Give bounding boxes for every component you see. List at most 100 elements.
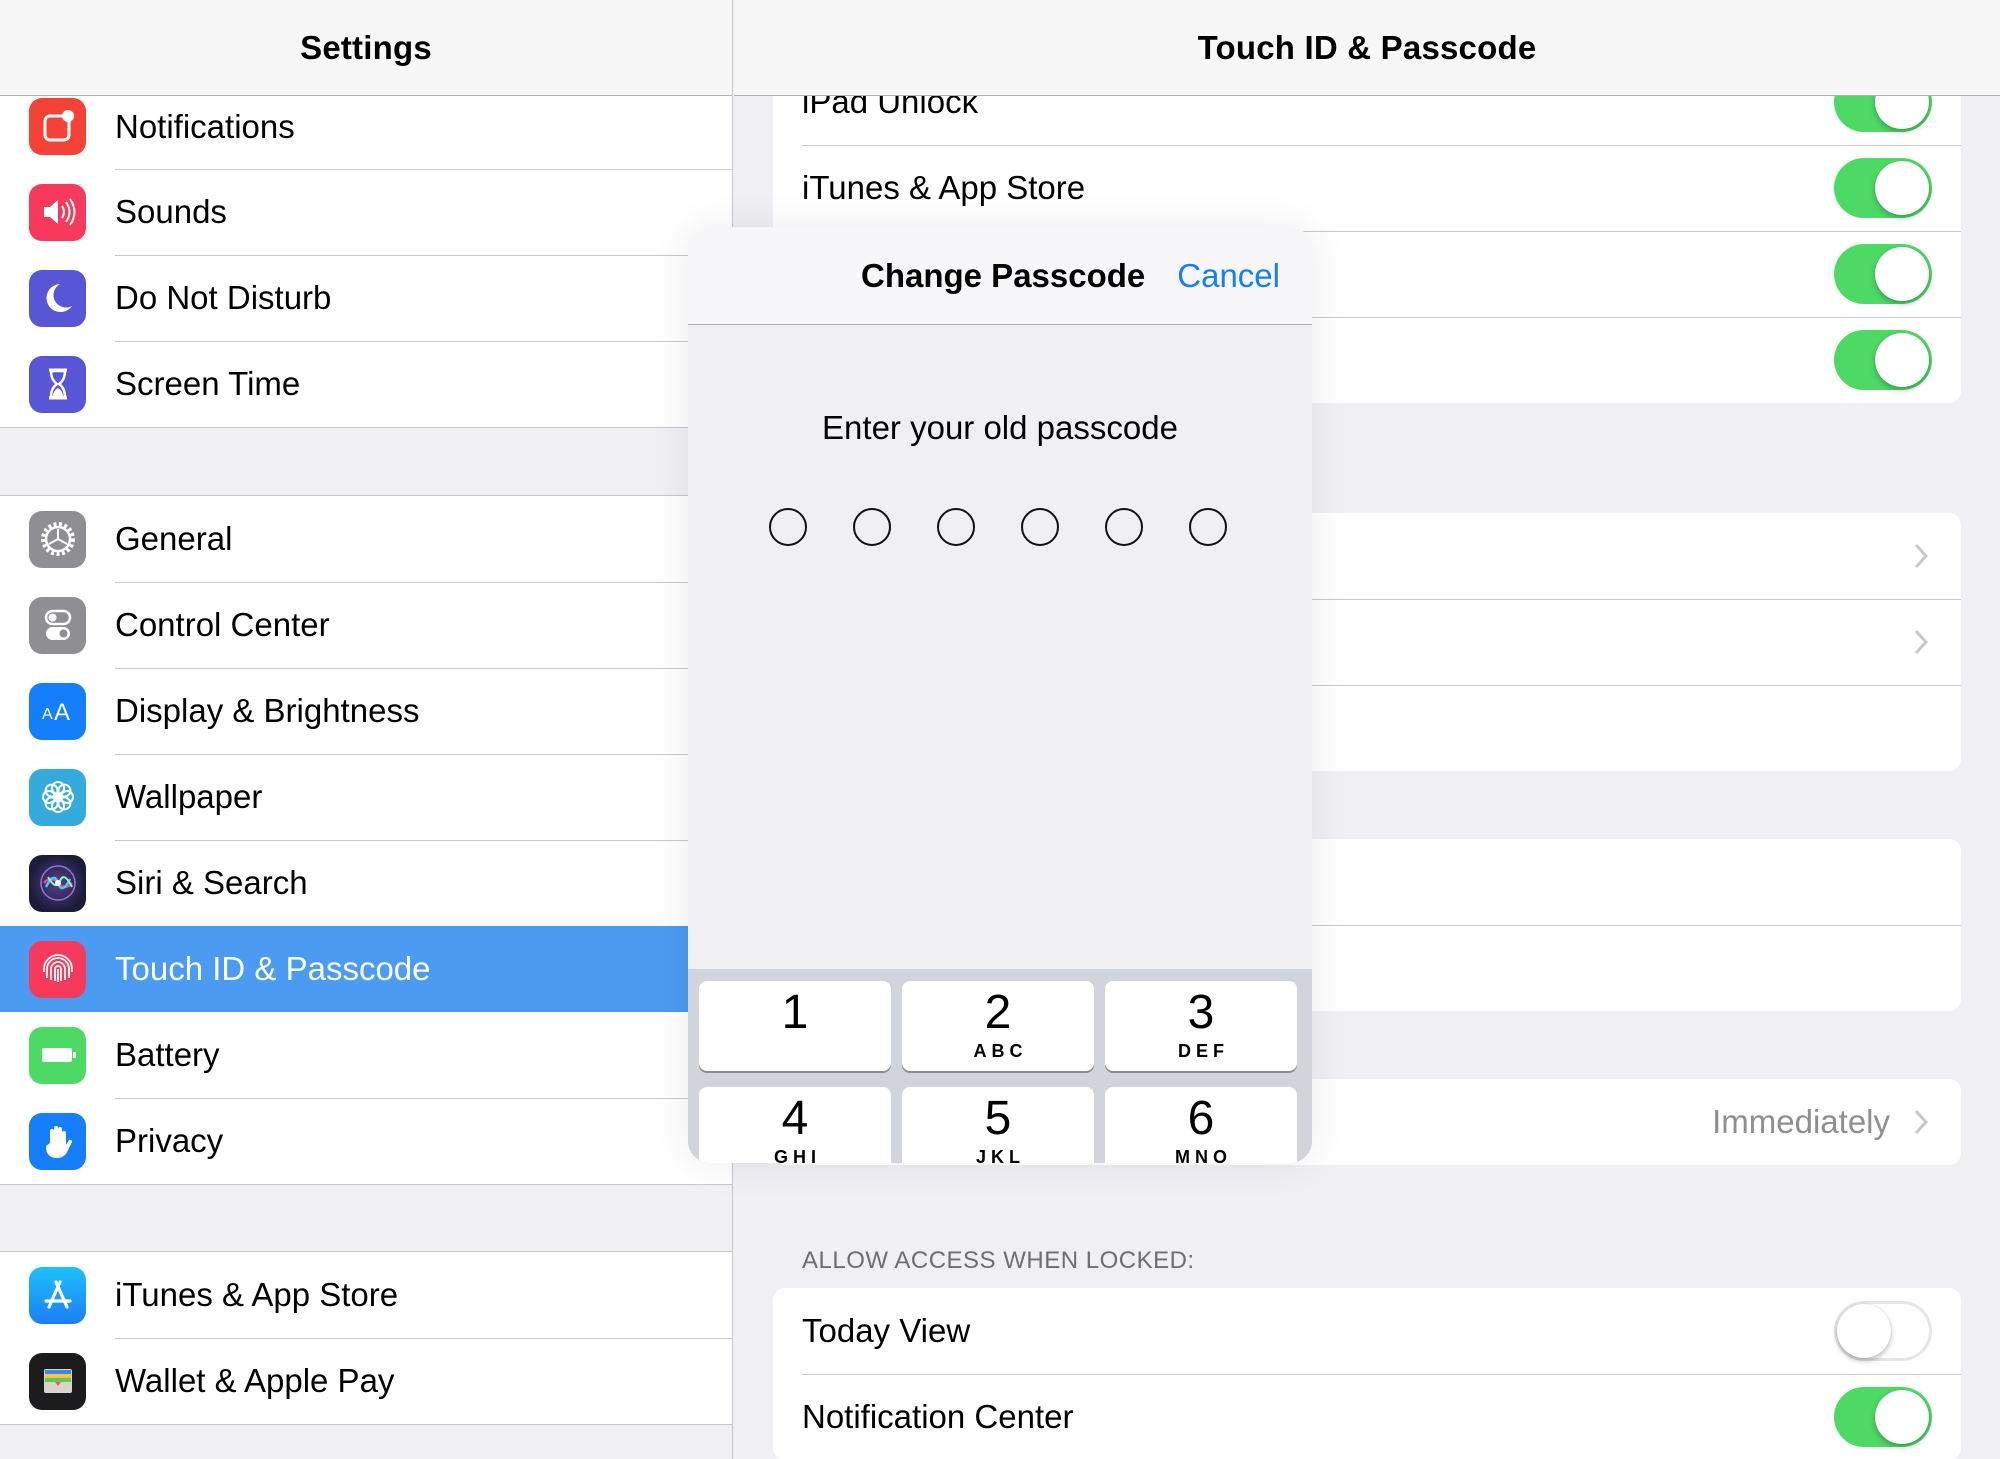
change-passcode-modal: Change Passcode Cancel Enter your old pa… xyxy=(688,227,1312,1163)
allow-access-card: Today View Notification Center xyxy=(773,1288,1961,1459)
sidebar-item-general[interactable]: General xyxy=(0,496,732,582)
require-passcode-value: Immediately xyxy=(1712,1103,1890,1140)
speaker-icon xyxy=(29,183,86,241)
key-letters: MNO xyxy=(1175,1147,1232,1163)
sidebar-item-siri-search[interactable]: Siri & Search xyxy=(0,840,732,926)
toggle-knob xyxy=(1837,1304,1891,1358)
passcode-dot xyxy=(1189,508,1227,546)
toggle-knob xyxy=(1875,247,1929,301)
sidebar-nav-bar: Settings xyxy=(0,0,732,96)
sidebar-item-touch-id-passcode[interactable]: Touch ID & Passcode xyxy=(0,926,732,1012)
toggle-knob xyxy=(1875,333,1929,387)
hand-icon xyxy=(29,1112,86,1170)
sidebar-item-wallpaper[interactable]: Wallpaper xyxy=(0,754,732,840)
allow-access-section-header: ALLOW ACCESS WHEN LOCKED: xyxy=(802,1247,1195,1274)
sidebar-item-notifications[interactable]: Notifications xyxy=(0,84,732,169)
passcode-dot xyxy=(769,508,807,546)
sidebar-item-privacy[interactable]: Privacy xyxy=(0,1098,732,1184)
key-5[interactable]: 5 JKL xyxy=(902,1087,1094,1163)
notification-center-row: Notification Center xyxy=(773,1374,1961,1459)
moon-icon xyxy=(29,269,86,327)
sidebar-item-label: Wallpaper xyxy=(115,778,263,815)
sidebar-item-screen-time[interactable]: Screen Time xyxy=(0,341,732,427)
sidebar-item-label: Sounds xyxy=(115,193,227,230)
sidebar-item-label: Do Not Disturb xyxy=(115,279,332,316)
key-digit: 2 xyxy=(984,986,1012,1039)
passcode-prompt: Enter your old passcode xyxy=(822,409,1178,446)
sidebar-item-label: Touch ID & Passcode xyxy=(115,950,431,987)
sidebar-item-label: Wallet & Apple Pay xyxy=(115,1362,395,1399)
app-store-icon xyxy=(29,1266,86,1324)
key-2[interactable]: 2 ABC xyxy=(902,981,1094,1071)
key-letters: ABC xyxy=(973,1041,1028,1061)
key-6[interactable]: 6 MNO xyxy=(1105,1087,1297,1163)
notification-center-toggle[interactable] xyxy=(1834,1387,1932,1447)
numeric-keypad: 12ABC3DEF4GHI5JKL6MNO7PQRS8TUV9WXYZ0 xyxy=(688,969,1312,1163)
itunes-app-store-toggle[interactable] xyxy=(1834,158,1932,218)
cancel-button[interactable]: Cancel xyxy=(1177,257,1280,295)
today-view-toggle[interactable] xyxy=(1834,1301,1932,1361)
passcode-dot xyxy=(1021,508,1059,546)
sidebar-item-label: Screen Time xyxy=(115,365,301,402)
sidebar-group-1: Notifications Sounds Do Not Disturb Scre… xyxy=(0,83,732,428)
flower-icon xyxy=(29,768,86,826)
toggle-knob xyxy=(1875,1390,1929,1444)
passcode-dot xyxy=(1105,508,1143,546)
chevron-right-icon xyxy=(1910,539,1932,573)
key-letters: DEF xyxy=(1178,1041,1229,1061)
detail-nav-bar: Touch ID & Passcode xyxy=(734,0,2000,96)
fingerprint-icon xyxy=(29,940,86,998)
row-label: Today View xyxy=(802,1312,971,1349)
sidebar-item-do-not-disturb[interactable]: Do Not Disturb xyxy=(0,255,732,341)
row-label: iTunes & App Store xyxy=(802,169,1086,206)
key-letters: JKL xyxy=(975,1147,1025,1163)
sidebar-item-display-brightness[interactable]: AA Display & Brightness xyxy=(0,668,732,754)
gear-icon xyxy=(29,510,86,568)
wallet-icon xyxy=(29,1352,86,1410)
notifications-icon xyxy=(29,98,86,155)
toggle-knob xyxy=(1875,161,1929,215)
key-digit: 6 xyxy=(1187,1092,1215,1145)
sidebar-item-label: Privacy xyxy=(115,1122,224,1159)
battery-icon xyxy=(29,1026,86,1084)
modal-title: Change Passcode xyxy=(861,257,1146,294)
sidebar-item-wallet-apple-pay[interactable]: Wallet & Apple Pay xyxy=(0,1338,732,1424)
sidebar-item-label: Battery xyxy=(115,1036,220,1073)
key-4[interactable]: 4 GHI xyxy=(699,1087,891,1163)
passcode-dot xyxy=(853,508,891,546)
itunes-app-store-row: iTunes & App Store xyxy=(773,145,1961,231)
sidebar-item-label: Control Center xyxy=(115,606,330,643)
sidebar-item-sounds[interactable]: Sounds xyxy=(0,169,732,255)
key-3[interactable]: 3 DEF xyxy=(1105,981,1297,1071)
sidebar-item-battery[interactable]: Battery xyxy=(0,1012,732,1098)
chevron-right-icon xyxy=(1910,625,1932,659)
sidebar-group-2: General Control Center AA Display & Brig… xyxy=(0,495,732,1185)
row-label: Notification Center xyxy=(802,1398,1074,1435)
touch-id-toggle-3[interactable] xyxy=(1834,244,1932,304)
chevron-right-icon xyxy=(1910,1105,1932,1139)
modal-header: Change Passcode Cancel xyxy=(688,227,1312,325)
key-letters: GHI xyxy=(773,1147,821,1163)
sidebar-item-label: Display & Brightness xyxy=(115,692,420,729)
settings-sidebar: Settings Notifications Sounds Do Not Dis… xyxy=(0,0,733,1459)
sidebar-item-label: Notifications xyxy=(115,107,295,145)
sidebar-title: Settings xyxy=(300,28,432,66)
sidebar-group-3: iTunes & App Store Wallet & Apple Pay xyxy=(0,1251,732,1425)
modal-body: Enter your old passcode xyxy=(688,325,1312,969)
sidebar-item-control-center[interactable]: Control Center xyxy=(0,582,732,668)
key-digit: 1 xyxy=(781,986,809,1039)
key-digit: 3 xyxy=(1187,986,1215,1039)
passcode-dots xyxy=(769,508,1227,546)
key-digit: 5 xyxy=(984,1092,1012,1145)
today-view-row: Today View xyxy=(773,1288,1961,1374)
sidebar-item-itunes-app-store[interactable]: iTunes & App Store xyxy=(0,1252,732,1338)
touch-id-toggle-4[interactable] xyxy=(1834,330,1932,390)
key-1[interactable]: 1 xyxy=(699,981,891,1071)
svg-text:A: A xyxy=(42,706,53,723)
key-digit: 4 xyxy=(781,1092,809,1145)
hourglass-icon xyxy=(29,355,86,413)
sidebar-item-label: iTunes & App Store xyxy=(115,1276,399,1313)
detail-title: Touch ID & Passcode xyxy=(1197,28,1537,66)
switches-icon xyxy=(29,596,86,654)
passcode-dot xyxy=(937,508,975,546)
